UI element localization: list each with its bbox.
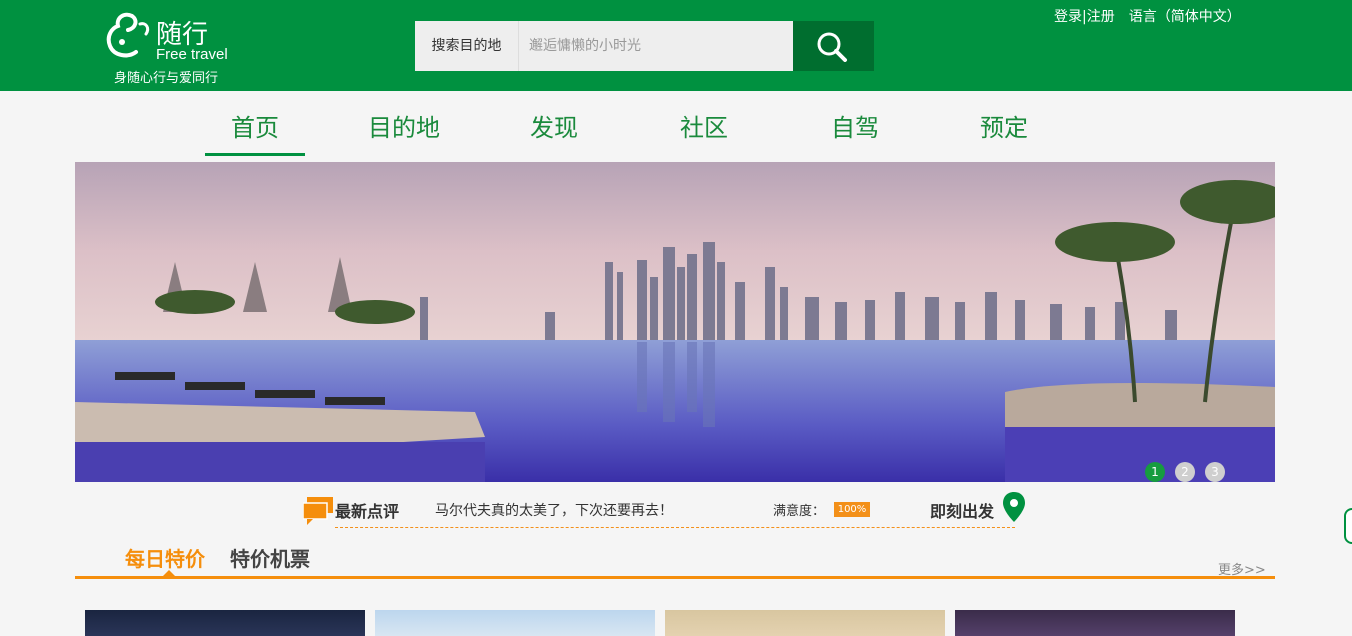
banner-dot-2[interactable]: 2 (1175, 462, 1195, 482)
tabs-underline (75, 576, 1275, 579)
nav-active-underline (205, 153, 305, 156)
language-selector[interactable]: 语言（简体中文） (1129, 9, 1241, 25)
chat-icon (303, 497, 333, 525)
more-link[interactable]: 更多>> (1218, 559, 1266, 578)
banner-dot-3[interactable]: 3 (1205, 462, 1225, 482)
reviews-divider (335, 527, 1015, 528)
deal-card[interactable] (665, 610, 945, 636)
deal-card[interactable] (955, 610, 1235, 636)
search-button[interactable] (793, 21, 874, 71)
main-nav: 首页 目的地 发现 社区 自驾 预定 (0, 91, 1352, 161)
top-links: 登录|注册 语言（简体中文） (1054, 6, 1241, 26)
deal-cards (0, 610, 1352, 636)
nav-item-community[interactable]: 社区 (680, 108, 728, 143)
nav-item-destinations[interactable]: 目的地 (368, 108, 440, 143)
nav-item-booking[interactable]: 预定 (980, 108, 1028, 143)
logo-en: Free travel (156, 46, 228, 63)
nav-item-discover[interactable]: 发现 (530, 108, 578, 143)
site-header: 随行 Free travel 身随心行与爱同行 搜索目的地 登录|注册语言（简体… (0, 0, 1352, 91)
reviews-title: 最新点评 (335, 502, 400, 521)
logo[interactable]: 随行 Free travel 身随心行与爱同行 (100, 8, 260, 88)
deals-tabs: 每日特价 特价机票 更多>> (75, 532, 1275, 582)
hero-banner[interactable]: 1 2 3 (75, 162, 1275, 482)
banner-image (75, 162, 1275, 482)
satisfaction-label: 满意度： (773, 504, 826, 519)
rabbit-logo-icon (106, 12, 150, 58)
depart-now-link[interactable]: 即刻出发 (930, 498, 994, 522)
login-link[interactable]: 登录 (1054, 9, 1082, 25)
search-bar: 搜索目的地 (415, 21, 874, 71)
tab-daily-deals[interactable]: 每日特价 (125, 543, 205, 572)
side-float-tab[interactable] (1344, 508, 1352, 544)
review-text[interactable]: 马尔代夫真的太美了，下次还要再去！ (435, 500, 673, 520)
latest-reviews-bar: 最新点评 马尔代夫真的太美了，下次还要再去！ 满意度： 100% 即刻出发 (0, 482, 1352, 532)
location-pin-icon[interactable] (1003, 492, 1025, 522)
deal-card[interactable] (375, 610, 655, 636)
search-input[interactable] (519, 21, 793, 71)
nav-item-home[interactable]: 首页 (231, 108, 279, 143)
satisfaction-badge: 100% (834, 502, 870, 517)
banner-dot-1[interactable]: 1 (1145, 462, 1165, 482)
register-link[interactable]: |注册 (1082, 9, 1115, 25)
slogan: 身随心行与爱同行 (114, 71, 219, 86)
deal-card[interactable] (85, 610, 365, 636)
search-label[interactable]: 搜索目的地 (415, 21, 519, 71)
search-icon (817, 32, 847, 62)
nav-item-selfdrive[interactable]: 自驾 (831, 108, 879, 143)
tab-flight-deals[interactable]: 特价机票 (230, 543, 310, 572)
